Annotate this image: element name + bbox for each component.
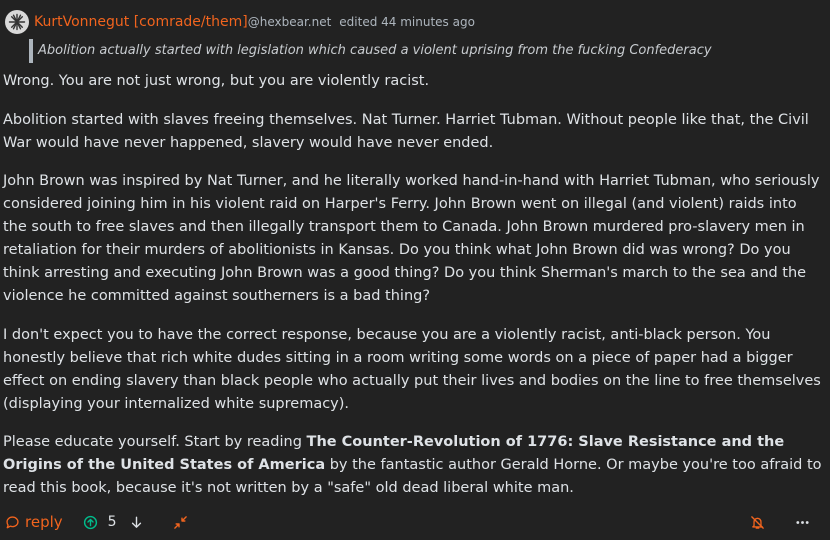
more-options-icon [796,520,809,524]
collapse-button[interactable] [173,515,188,530]
paragraph: Wrong. You are not just wrong, but you a… [3,73,430,89]
blockquote: Abolition actually started with legislat… [29,39,809,63]
edited-timestamp[interactable]: edited 44 minutes ago [339,15,475,29]
downvote-icon [131,516,141,528]
more-options-button[interactable] [795,515,810,530]
paragraph: John Brown was inspired by Nat Turner, a… [3,173,820,304]
paragraph-text: Please educate yourself. Start by readin… [3,434,307,450]
mute-notifications-button[interactable] [750,515,765,530]
collapse-icon [173,515,187,529]
paragraph: Abolition started with slaves freeing th… [3,111,809,151]
paragraph: I don't expect you to have the correct r… [3,326,821,412]
comment: KurtVonnegut [comrade/them] @hexbear.net… [0,0,830,540]
comment-body: Wrong. You are not just wrong, but you a… [3,70,825,516]
mute-notifications-icon [751,515,764,529]
comment-header: KurtVonnegut [comrade/them] @hexbear.net… [5,9,475,35]
username-link[interactable]: KurtVonnegut [comrade/them] [34,14,248,30]
paragraph: Please educate yourself. Start by readin… [3,431,825,500]
downvote-button[interactable] [129,515,144,530]
upvote-button[interactable] [83,515,98,530]
reply-button[interactable]: reply [5,513,63,531]
reply-label: reply [25,513,63,531]
avatar[interactable] [5,10,29,34]
upvote-icon [83,515,97,529]
instance-domain: @hexbear.net [247,15,332,29]
comment-actions: reply 5 [5,509,825,535]
reply-icon [6,515,19,528]
vote-score: 5 [107,514,117,530]
asterisk-avatar-icon [8,13,26,31]
